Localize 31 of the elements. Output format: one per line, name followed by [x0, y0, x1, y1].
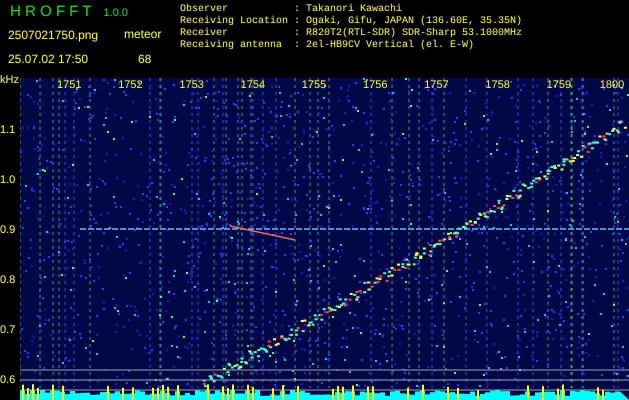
frequency-label: 0.6 [0, 374, 16, 386]
info-label: Receiver [180, 28, 230, 40]
time-label: 1753 [179, 79, 204, 91]
time-label: 1754 [240, 79, 266, 91]
date-time: 25.07.02 17:50 [8, 50, 90, 68]
axis-unit: kHz [0, 73, 19, 88]
time-label: 1755 [302, 79, 326, 91]
frequency-label: 0.8 [0, 274, 16, 286]
info-label: Receiving antenna [180, 40, 284, 52]
frequency-label: 1.1 [0, 124, 16, 136]
app-title: H R O F F T [10, 2, 92, 22]
time-label: 1751 [57, 79, 82, 91]
version-label: 1.0.0 [103, 6, 128, 21]
time-label: 1757 [424, 79, 449, 91]
file-name: 2507021750.png [8, 26, 100, 44]
frequency-label: 1.0 [0, 174, 16, 186]
frequency-label: 0.9 [0, 224, 16, 236]
time-label: 1759 [546, 79, 572, 91]
info-value: : Ogaki, Gifu, JAPAN (136.60E, 35.35N) [294, 16, 522, 28]
time-label: 1752 [118, 79, 143, 91]
info-label: Observer [180, 4, 230, 16]
info-value: : Takanori Kawachi [294, 4, 402, 16]
info-value: : 2el-HB9CV Vertical (el. E-W) [294, 40, 474, 52]
info-value: : R820T2(RTL-SDR) SDR-Sharp 53.1000MHz [294, 28, 522, 40]
time-label: 1756 [363, 79, 388, 91]
meteor-label: meteor [124, 26, 162, 43]
time-label: 1800 [600, 79, 624, 91]
meteor-count: 68 [138, 50, 152, 68]
frequency-label: 0.7 [0, 324, 16, 336]
time-label: 1758 [485, 79, 510, 91]
info-label: Receiving Location [180, 16, 290, 28]
